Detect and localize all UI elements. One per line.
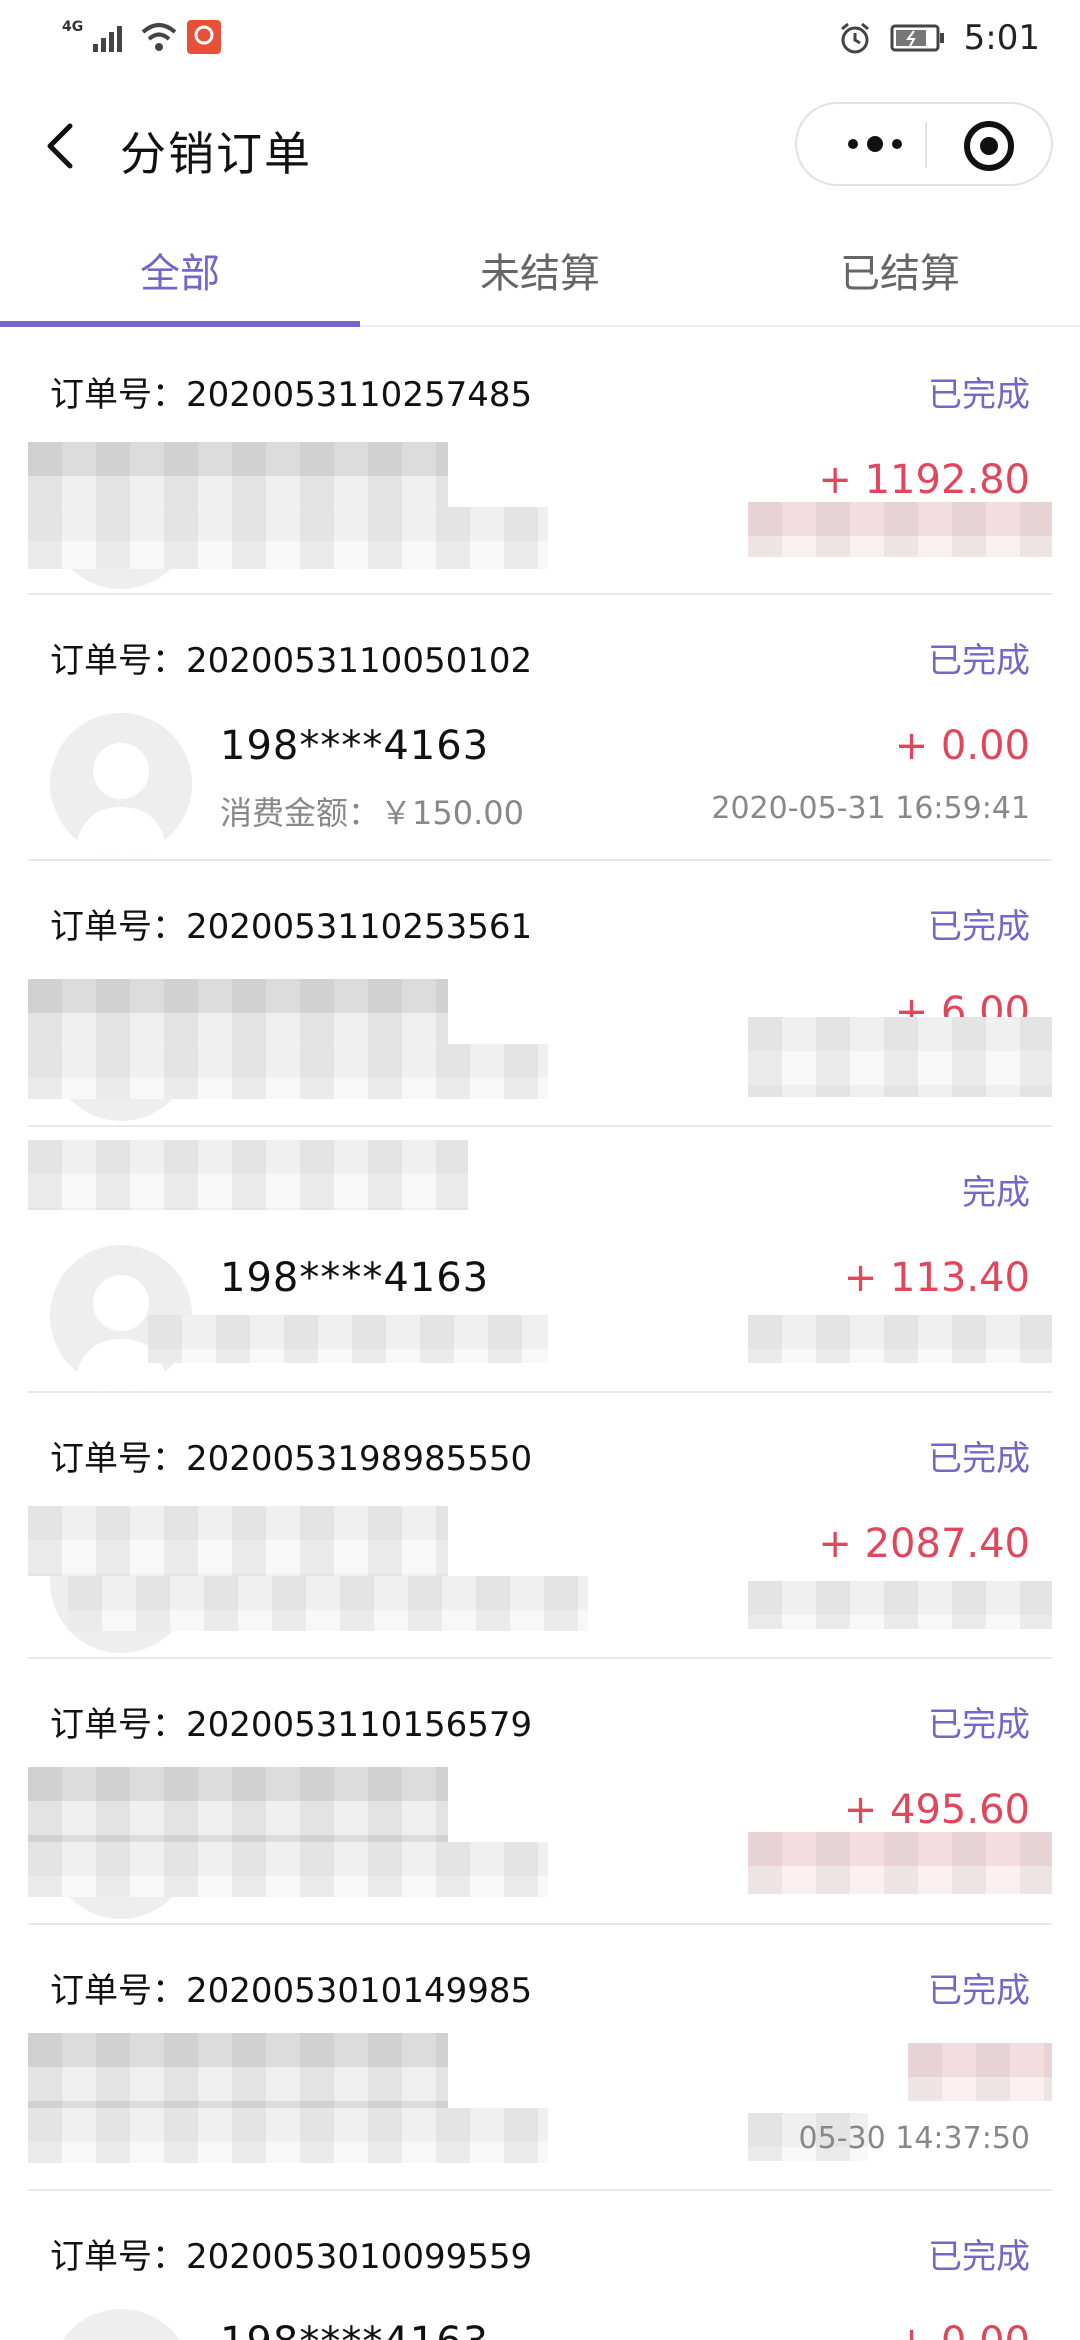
spend-amount: 消费金额：￥150.00 [220, 794, 524, 832]
order-card[interactable]: 订单号：2020053110257485 已完成 4163 + 1192.80 [28, 327, 1052, 595]
privacy-mosaic [28, 1842, 548, 1897]
order-card[interactable]: 订单号：2020053110253561 已完成 + 6.00 [28, 859, 1052, 1127]
privacy-mosaic [748, 1581, 1052, 1629]
avatar [50, 713, 192, 855]
order-status: 已完成 [928, 1705, 1030, 1745]
customer-phone: 198****4163 [220, 1255, 490, 1301]
privacy-mosaic [148, 1315, 548, 1363]
commission-amount: + 495.60 [843, 1787, 1030, 1833]
order-status: 已完成 [928, 2237, 1030, 2277]
privacy-mosaic [748, 1832, 1052, 1894]
commission-amount: + 0.00 [895, 2319, 1030, 2340]
customer-phone: 198****4163 [220, 723, 490, 769]
privacy-mosaic [748, 502, 1052, 557]
battery-icon [890, 24, 944, 52]
privacy-mosaic [28, 1044, 548, 1099]
privacy-mosaic [28, 2033, 448, 2113]
alarm-icon [840, 22, 869, 54]
signal-icon [93, 26, 123, 52]
privacy-mosaic [28, 1767, 448, 1842]
order-card[interactable]: 订单号：2020053010149985 已完成 05-30 14:37:50 [28, 1923, 1052, 2191]
chevron-left-icon [47, 123, 73, 169]
app-notification-icon [187, 20, 222, 54]
order-status: 已完成 [928, 641, 1030, 681]
order-status: 已完成 [928, 907, 1030, 947]
commission-amount: + 113.40 [843, 1255, 1030, 1301]
order-number: 订单号：2020053110253561 [50, 907, 533, 947]
status-bar: 4G 5:01 [0, 0, 1080, 80]
order-datetime: 2020-05-31 16:59:41 [711, 791, 1030, 826]
commission-amount: + 1192.80 [818, 457, 1030, 503]
order-number: 订单号：2020053110257485 [50, 375, 533, 415]
privacy-mosaic [748, 1017, 1052, 1097]
order-status: 已完成 [928, 1439, 1030, 1479]
status-right: 5:01 [838, 18, 1040, 58]
back-button[interactable] [36, 116, 86, 176]
privacy-mosaic [28, 442, 448, 514]
order-number: 订单号：2020053010149985 [50, 1971, 533, 2011]
page-title: 分销订单 [120, 127, 312, 181]
order-datetime: 05-30 14:37:50 [798, 2121, 1030, 2156]
clock-time: 5:01 [963, 18, 1040, 58]
more-dots-icon [848, 136, 902, 152]
privacy-mosaic [28, 507, 548, 569]
order-number: 订单号：2020053110050102 [50, 641, 533, 681]
order-card[interactable]: 完成 198****4163 + 113.40 [28, 1125, 1052, 1393]
network-type: 4G [62, 19, 84, 35]
order-card[interactable]: 订单号：2020053110050102 已完成 198****4163 消费金… [28, 593, 1052, 861]
privacy-mosaic [68, 1576, 588, 1631]
privacy-mosaic [748, 1315, 1052, 1363]
order-status: 已完成 [928, 375, 1030, 415]
order-number: 订单号：2020053198985550 [50, 1439, 533, 1479]
mini-program-capsule [795, 102, 1053, 186]
order-number: 订单号：2020053110156579 [50, 1705, 533, 1745]
customer-phone: 198****4163 [220, 2319, 489, 2340]
capsule-divider [925, 122, 927, 168]
privacy-mosaic [908, 2043, 1052, 2101]
privacy-mosaic [28, 1506, 448, 1576]
close-mini-program-button[interactable] [957, 114, 1021, 178]
order-card[interactable]: 订单号：2020053110156579 已完成 + 495.60 [28, 1657, 1052, 1925]
avatar [50, 2309, 192, 2340]
order-number: 订单号：2020053010099559 [50, 2237, 533, 2277]
privacy-mosaic [28, 2108, 548, 2163]
commission-amount: + 2087.40 [818, 1521, 1030, 1567]
privacy-mosaic [28, 1140, 468, 1210]
order-tabs: 全部 未结算 已结算 [0, 215, 1080, 327]
order-status: 已完成 [928, 1971, 1030, 2011]
privacy-mosaic [28, 979, 448, 1049]
navigation-header: 分销订单 [0, 90, 1080, 200]
order-status: 完成 [962, 1173, 1030, 1213]
status-left: 4G [62, 19, 222, 54]
wifi-icon [141, 23, 177, 51]
tab-unsettled[interactable]: 未结算 [360, 215, 720, 325]
more-button[interactable] [825, 112, 925, 176]
order-card[interactable]: 订单号：2020053198985550 已完成 4163 + 2087.40 [28, 1391, 1052, 1659]
tab-settled[interactable]: 已结算 [720, 215, 1080, 325]
default-user-icon [50, 713, 192, 855]
order-card[interactable]: 订单号：2020053010099559 已完成 198****4163 + 0… [28, 2189, 1052, 2340]
commission-amount: + 0.00 [894, 723, 1030, 769]
tab-all[interactable]: 全部 [0, 215, 360, 325]
target-close-icon [964, 121, 1014, 171]
